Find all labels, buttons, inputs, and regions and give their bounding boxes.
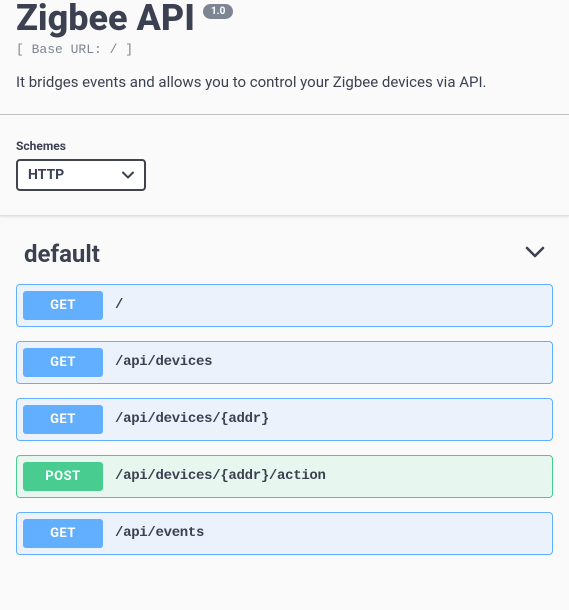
- base-url: [ Base URL: / ]: [16, 42, 553, 57]
- http-method-badge: GET: [23, 405, 103, 434]
- section-title: default: [24, 240, 100, 268]
- endpoint-row[interactable]: GET /: [16, 284, 553, 327]
- title-row: Zigbee API 1.0: [16, 0, 553, 36]
- endpoint-path: /api/devices/{addr}/action: [115, 468, 326, 484]
- scheme-select[interactable]: HTTP: [16, 159, 146, 191]
- endpoint-row[interactable]: GET/api/devices/{addr}: [16, 398, 553, 441]
- http-method-badge: POST: [23, 462, 103, 491]
- chevron-down-icon: [525, 244, 545, 263]
- scheme-selected-value: HTTP: [28, 167, 64, 183]
- endpoint-path: /api/devices: [115, 354, 212, 370]
- api-description: It bridges events and allows you to cont…: [16, 71, 553, 94]
- endpoint-path: /: [115, 297, 123, 313]
- chevron-down-icon: [122, 171, 134, 179]
- http-method-badge: GET: [23, 291, 103, 320]
- endpoint-row[interactable]: POST/api/devices/{addr}/action: [16, 455, 553, 498]
- http-method-badge: GET: [23, 519, 103, 548]
- http-method-badge: GET: [23, 348, 103, 377]
- version-badge: 1.0: [203, 4, 233, 19]
- schemes-block: Schemes HTTP: [0, 115, 569, 216]
- endpoints-list: GET/GET/api/devicesGET/api/devices/{addr…: [16, 284, 553, 555]
- endpoint-path: /api/devices/{addr}: [115, 411, 269, 427]
- section-header[interactable]: default: [16, 216, 553, 284]
- api-header: Zigbee API 1.0 [ Base URL: / ] It bridge…: [0, 0, 569, 115]
- api-title: Zigbee API: [16, 0, 195, 36]
- endpoint-path: /api/events: [115, 525, 204, 541]
- endpoint-row[interactable]: GET/api/events: [16, 512, 553, 555]
- operations-section: default GET/GET/api/devicesGET/api/devic…: [0, 216, 569, 585]
- endpoint-row[interactable]: GET/api/devices: [16, 341, 553, 384]
- schemes-label: Schemes: [16, 139, 553, 153]
